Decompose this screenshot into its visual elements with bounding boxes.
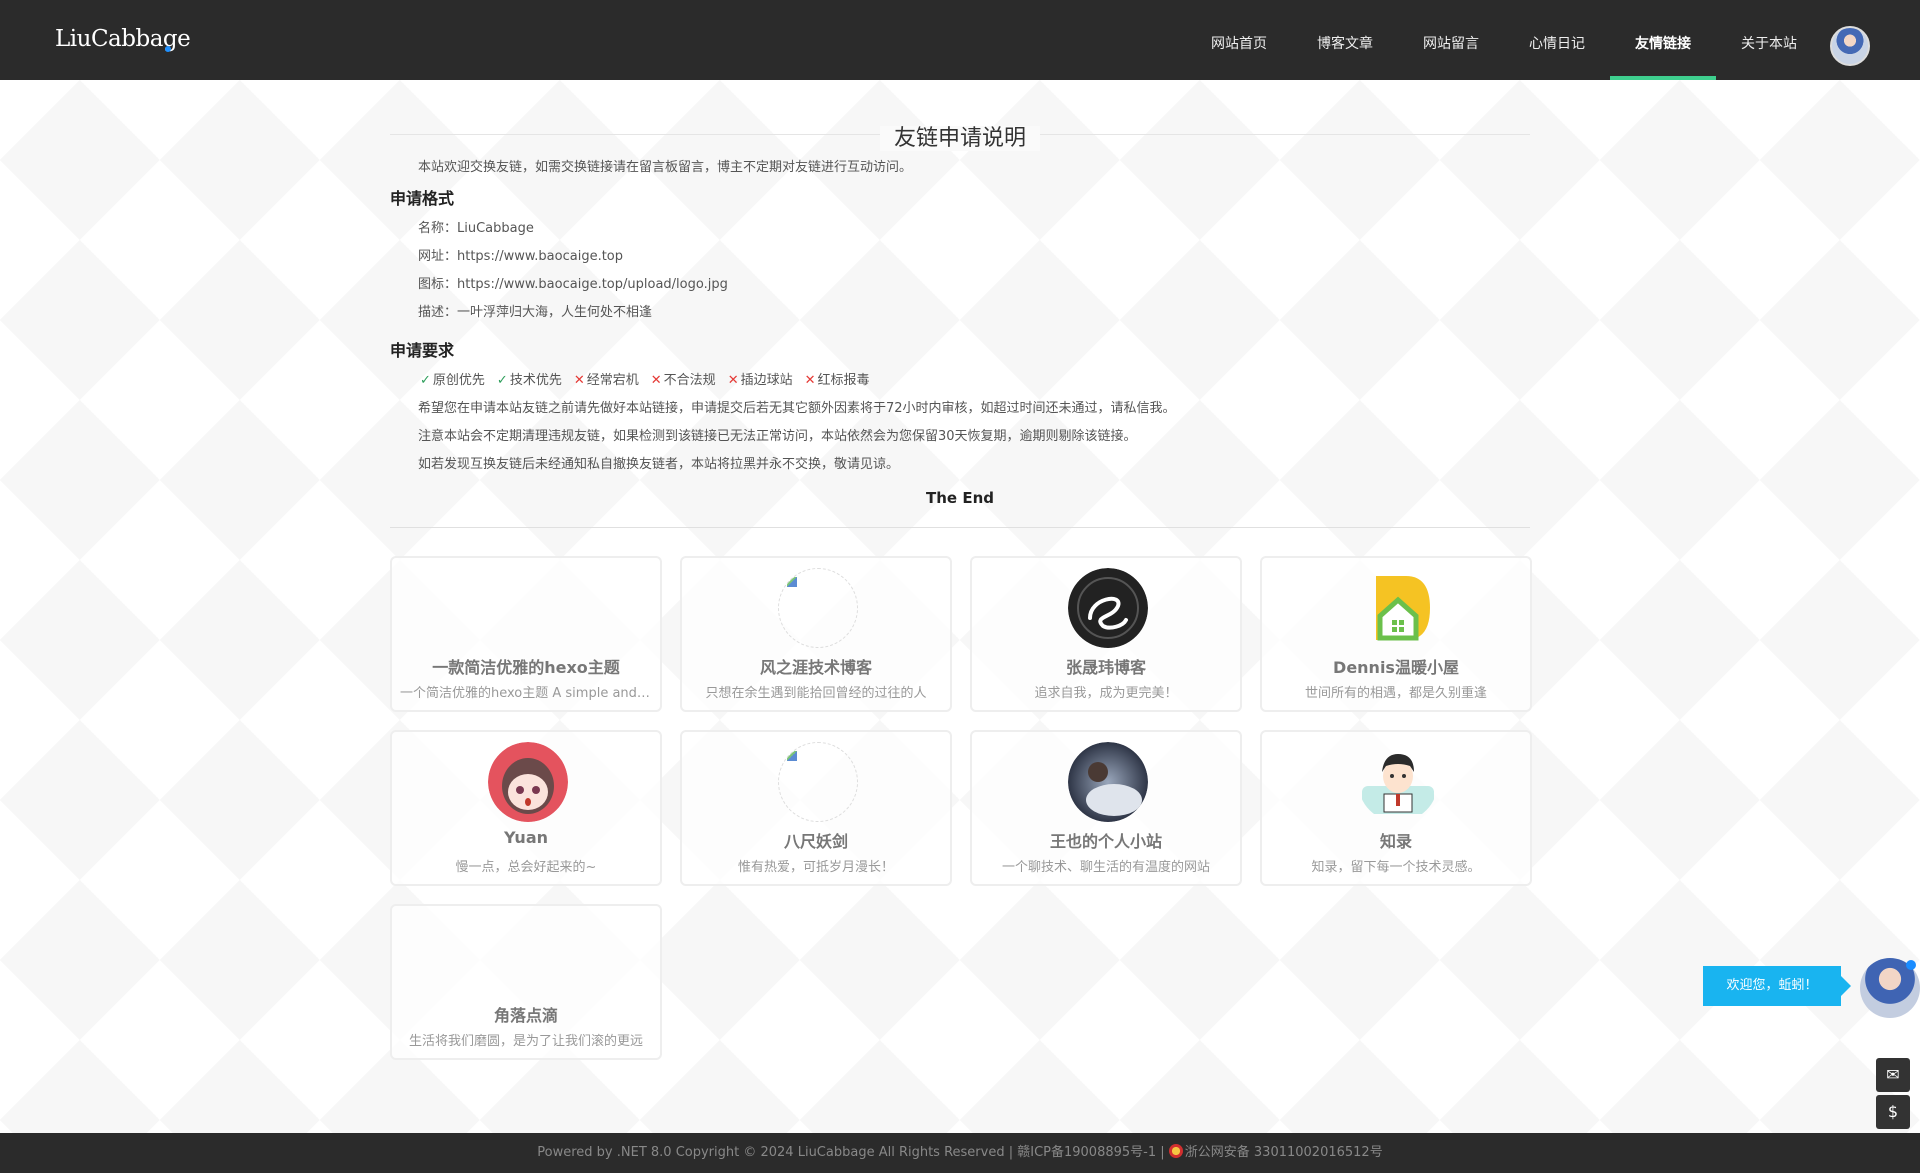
format-heading: 申请格式: [390, 189, 455, 208]
link-avatar: [488, 742, 568, 822]
notes-list: 希望您在申请本站友链之前请先做好本站链接，申请提交后若无其它额外因素将于72小时…: [390, 395, 1530, 479]
link-description: 世间所有的相遇，都是久别重逢: [1304, 686, 1487, 701]
friend-link-card[interactable]: Yuan 慢一点，总会好起来的~: [390, 730, 662, 886]
friend-link-card[interactable]: 八尺妖剑惟有热爱，可抵岁月漫长！: [680, 730, 952, 886]
welcome-bubble: 欢迎您，蚯蚓！: [1703, 966, 1851, 1006]
requirement-label: 技术优先: [509, 373, 562, 388]
check-icon: ✓: [496, 373, 508, 388]
link-description: 惟有热爱，可抵岁月漫长！: [737, 860, 894, 875]
cross-icon: ✕: [573, 373, 585, 388]
page-title-text: 友链申请说明: [879, 126, 1040, 151]
broken-image-icon: [778, 568, 858, 648]
link-avatar: [1068, 742, 1148, 822]
link-name: 角落点滴: [493, 1006, 558, 1025]
main-content: 友链申请说明 本站欢迎交换友链，如需交换链接请在留言板留言，博主不定期对友链进行…: [390, 80, 1532, 1060]
nav-item-4[interactable]: 友情链接: [1610, 0, 1716, 80]
requirements-heading: 申请要求: [390, 341, 455, 360]
link-description: 知录，留下每一个技术灵感。: [1311, 860, 1481, 875]
note-line: 希望您在申请本站友链之前请先做好本站链接，申请提交后若无其它额外因素将于72小时…: [418, 401, 1176, 416]
link-name: 张晟玮博客: [1065, 658, 1146, 677]
requirement-label: 不合法规: [663, 373, 716, 388]
cross-icon: ✕: [650, 373, 662, 388]
cross-icon: ✕: [727, 373, 739, 388]
link-name: Dennis温暖小屋: [1333, 658, 1459, 677]
footer-beian[interactable]: 浙公网安备 33011002016512号: [1185, 1145, 1383, 1160]
link-avatar: [488, 916, 568, 996]
link-description: 一个简洁优雅的hexo主题 A simple and elegant theme…: [400, 686, 652, 701]
logo-dot: [165, 46, 171, 52]
mail-icon[interactable]: ✉: [1876, 1058, 1910, 1092]
format-desc: 描述：一叶浮萍归大海，人生何处不相逢: [418, 305, 653, 320]
divider: [390, 527, 1530, 528]
requirement-label: 经常宕机: [586, 373, 639, 388]
requirement-item: ✕ 插边球站: [728, 367, 793, 395]
requirement-item: ✕ 不合法规: [651, 367, 716, 395]
format-list: 名称：LiuCabbage 网址：https://www.baocaige.to…: [390, 215, 1530, 327]
link-description: 慢一点，总会好起来的~: [455, 860, 597, 875]
friend-link-card[interactable]: Dennis温暖小屋世间所有的相遇，都是久别重逢: [1260, 556, 1532, 712]
link-description: 只想在余生遇到能拾回曾经的过往的人: [705, 686, 927, 701]
friend-link-card[interactable]: 张晟玮博客追求自我，成为更完美！: [970, 556, 1242, 712]
page-title: 友链申请说明: [390, 120, 1530, 152]
nav-item-0[interactable]: 网站首页: [1186, 0, 1292, 80]
friend-link-card[interactable]: 一款简洁优雅的hexo主题一个简洁优雅的hexo主题 A simple and …: [390, 556, 662, 712]
link-name: 八尺妖剑: [783, 832, 848, 851]
nav-item-3[interactable]: 心情日记: [1504, 0, 1610, 80]
format-url: 网址：https://www.baocaige.top: [418, 249, 624, 264]
friend-link-card[interactable]: 风之涯技术博客只想在余生遇到能拾回曾经的过往的人: [680, 556, 952, 712]
title-row: 友链申请说明: [390, 80, 1530, 180]
broken-image-icon: [778, 742, 858, 822]
link-name: 风之涯技术博客: [759, 658, 872, 677]
format-name: 名称：LiuCabbage: [418, 221, 534, 236]
police-badge-icon: [1168, 1144, 1183, 1158]
check-icon: ✓: [420, 373, 431, 388]
site-footer: Powered by .NET 8.0 Copyright © 2024 Liu…: [0, 1133, 1920, 1173]
note-line: 注意本站会不定期清理违规友链，如果检测到该链接已无法正常访问，本站依然会为您保留…: [418, 429, 1137, 444]
requirement-item: ✓ 技术优先: [497, 367, 562, 395]
chat-online-dot: [1906, 960, 1916, 970]
requirement-item: ✕ 红标报毒: [805, 367, 870, 395]
cross-icon: ✕: [804, 373, 816, 388]
money-bag-icon[interactable]: $: [1876, 1095, 1910, 1129]
nav-item-1[interactable]: 博客文章: [1292, 0, 1398, 80]
link-name: 一款简洁优雅的hexo主题: [432, 658, 620, 677]
link-name: Yuan: [504, 828, 548, 847]
site-header: LiuCabbage 网站首页 博客文章 网站留言 心情日记 友情链接 关于本站: [0, 0, 1920, 80]
link-avatar: [488, 568, 568, 648]
friend-link-card[interactable]: 角落点滴生活将我们磨圆，是为了让我们滚的更远: [390, 904, 662, 1060]
main-nav: 网站首页 博客文章 网站留言 心情日记 友情链接 关于本站: [1186, 0, 1822, 80]
requirement-item: ✕ 经常宕机: [574, 367, 639, 395]
link-name: 王也的个人小站: [1049, 832, 1162, 851]
link-description: 一个聊技术、聊生活的有温度的网站: [1001, 860, 1210, 875]
footer-copyright: Powered by .NET 8.0 Copyright © 2024 Liu…: [537, 1145, 1169, 1160]
link-avatar: [1358, 742, 1438, 822]
link-name: 知录: [1379, 832, 1412, 851]
friend-links-grid: 一款简洁优雅的hexo主题一个简洁优雅的hexo主题 A simple and …: [390, 556, 1532, 1060]
requirement-label: 原创优先: [432, 373, 485, 388]
link-description: 追求自我，成为更完美！: [1034, 686, 1178, 701]
format-icon: 图标：https://www.baocaige.top/upload/logo.…: [418, 277, 728, 292]
friend-link-card[interactable]: 王也的个人小站一个聊技术、聊生活的有温度的网站: [970, 730, 1242, 886]
user-avatar[interactable]: [1830, 26, 1870, 66]
nav-item-5[interactable]: 关于本站: [1716, 0, 1822, 80]
friend-link-card[interactable]: 知录知录，留下每一个技术灵感。: [1260, 730, 1532, 886]
requirements-list: ✓ 原创优先 ✓ 技术优先 ✕ 经常宕机 ✕ 不合法规 ✕ 插边球站 ✕ 红标报毒: [390, 367, 1530, 395]
requirement-label: 插边球站: [740, 373, 793, 388]
requirement-label: 红标报毒: [817, 373, 870, 388]
link-avatar: [1358, 568, 1438, 648]
the-end: The End: [926, 489, 994, 507]
link-avatar: [1068, 568, 1148, 648]
requirement-item: ✓ 原创优先: [420, 367, 485, 395]
note-line: 如若发现互换友链后未经通知私自撤换友链者，本站将拉黑并永不交换，敬请见谅。: [418, 457, 900, 472]
link-description: 生活将我们磨圆，是为了让我们滚的更远: [408, 1034, 643, 1049]
nav-item-2[interactable]: 网站留言: [1398, 0, 1504, 80]
